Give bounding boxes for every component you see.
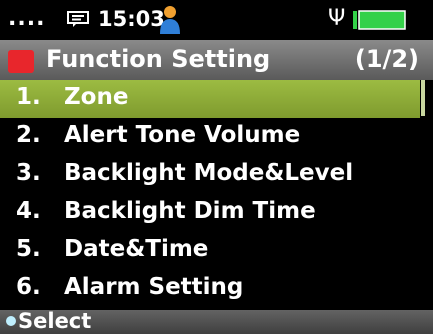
softkey-dot-icon: [6, 316, 16, 326]
status-bar: .... 15:03 Ψ: [0, 0, 433, 40]
function-setting-icon: [8, 50, 34, 73]
page-indicator: (1/2): [354, 45, 419, 73]
menu-item-number: 6.: [16, 274, 41, 300]
scrollbar[interactable]: [421, 80, 425, 306]
menu-item-number: 2.: [16, 122, 41, 148]
menu-item-backlight-dim-time[interactable]: 4. Backlight Dim Time: [0, 194, 420, 232]
menu-item-label: Backlight Dim Time: [64, 198, 316, 224]
menu-item-label: Date&Time: [64, 236, 209, 262]
page-title: Function Setting: [46, 45, 271, 73]
menu-item-label: Alert Tone Volume: [64, 122, 301, 148]
menu-item-label: Zone: [64, 84, 129, 110]
menu-item-date-time[interactable]: 5. Date&Time: [0, 232, 420, 270]
menu-item-number: 4.: [16, 198, 41, 224]
menu-item-alarm-setting[interactable]: 6. Alarm Setting: [0, 270, 420, 308]
menu-item-label: Alarm Setting: [64, 274, 244, 300]
usb-icon: Ψ: [328, 6, 346, 31]
menu-item-alert-tone-volume[interactable]: 2. Alert Tone Volume: [0, 118, 420, 156]
signal-dots: ....: [8, 6, 46, 31]
menu-item-backlight-mode-level[interactable]: 3. Backlight Mode&Level: [0, 156, 420, 194]
clock-time: 15:03: [98, 7, 165, 31]
scrollbar-thumb[interactable]: [421, 80, 425, 116]
battery-icon: [353, 10, 406, 30]
menu-item-number: 1.: [16, 84, 41, 110]
select-softkey[interactable]: Select: [18, 309, 91, 333]
device-screen: .... 15:03 Ψ Function Setting (1/2) 1. Z…: [0, 0, 433, 334]
user-icon: [160, 6, 180, 34]
menu-item-number: 5.: [16, 236, 41, 262]
menu-item-label: Backlight Mode&Level: [64, 160, 354, 186]
message-icon: [67, 11, 89, 27]
menu-item-number: 3.: [16, 160, 41, 186]
menu-item-zone[interactable]: 1. Zone: [0, 80, 420, 118]
